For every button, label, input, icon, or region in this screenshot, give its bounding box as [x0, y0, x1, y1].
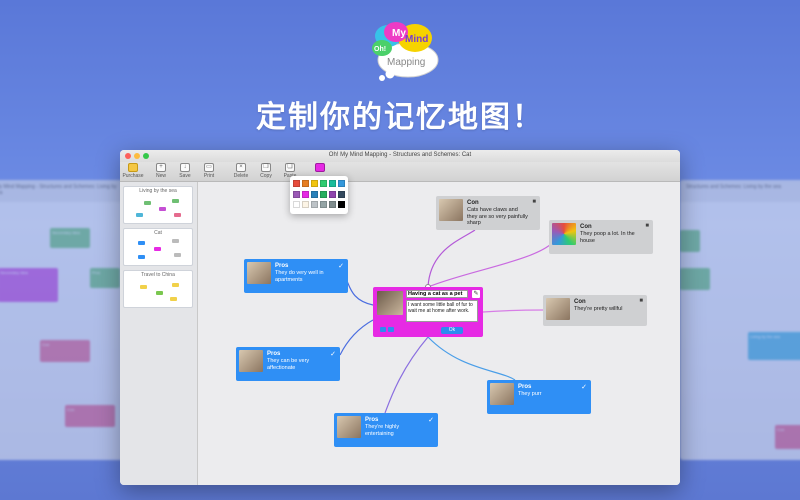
color-swatch[interactable]	[311, 180, 318, 187]
node-media-buttons	[380, 327, 394, 332]
central-title-input[interactable]: Having a cat as a pet	[406, 290, 468, 298]
color-swatch[interactable]	[293, 190, 300, 198]
con-node-claws[interactable]: Con Cats have claws and they are so very …	[436, 196, 540, 230]
cat-photo	[490, 383, 514, 405]
central-body-input[interactable]: I want some little ball of fur to wait m…	[406, 300, 478, 322]
cat-photo	[337, 416, 361, 438]
color-swatch[interactable]	[329, 190, 336, 198]
color-swatch[interactable]	[302, 180, 309, 187]
color-swatch[interactable]	[311, 201, 318, 209]
color-swatch[interactable]	[293, 201, 300, 209]
pros-node-entertaining[interactable]: Pros They're highly entertaining ✓	[334, 413, 438, 447]
cat-photo	[239, 350, 263, 372]
check-icon[interactable]: ✓	[338, 262, 344, 270]
link-button[interactable]	[388, 327, 394, 332]
pros-node-affectionate[interactable]: Pros They can be very affectionate ✓	[236, 347, 340, 381]
lock-icon[interactable]: ■	[639, 298, 643, 304]
color-swatch[interactable]	[329, 201, 336, 209]
central-idea-node[interactable]: Having a cat as a pet ✎ I want some litt…	[373, 287, 483, 337]
cat-photo	[247, 262, 271, 284]
cat-photo	[439, 199, 463, 221]
edit-icon[interactable]: ✎	[472, 290, 480, 298]
check-icon[interactable]: ✓	[330, 350, 336, 358]
color-palette-popover	[290, 176, 348, 214]
cat-photo	[546, 298, 570, 320]
lock-icon[interactable]: ■	[532, 199, 536, 205]
cat-photo	[377, 291, 403, 315]
con-node-poop[interactable]: Con They poop a lot. In the house ■	[549, 220, 653, 254]
pros-node-purr[interactable]: Pros They purr ✓	[487, 380, 591, 414]
color-swatch[interactable]	[338, 180, 345, 187]
color-swatch[interactable]	[338, 190, 345, 198]
con-node-willful[interactable]: Con They're pretty willful ■	[543, 295, 647, 326]
color-swatch[interactable]	[302, 190, 309, 198]
color-swatch[interactable]	[329, 180, 336, 187]
color-swatch[interactable]	[320, 201, 327, 209]
color-swatch[interactable]	[338, 201, 345, 209]
color-swatch[interactable]	[320, 190, 327, 198]
check-icon[interactable]: ✓	[581, 383, 587, 391]
color-swatch[interactable]	[293, 180, 300, 187]
image-button[interactable]	[380, 327, 386, 332]
color-swatch[interactable]	[302, 201, 309, 209]
check-icon[interactable]: ✓	[428, 416, 434, 424]
pros-node-apartments[interactable]: Pros They do very well in apartments ✓	[244, 259, 348, 293]
cat-photo	[552, 223, 576, 245]
ok-button[interactable]: Ok	[441, 327, 463, 334]
color-swatch[interactable]	[320, 180, 327, 187]
color-swatch[interactable]	[311, 190, 318, 198]
lock-icon[interactable]: ■	[645, 223, 649, 229]
